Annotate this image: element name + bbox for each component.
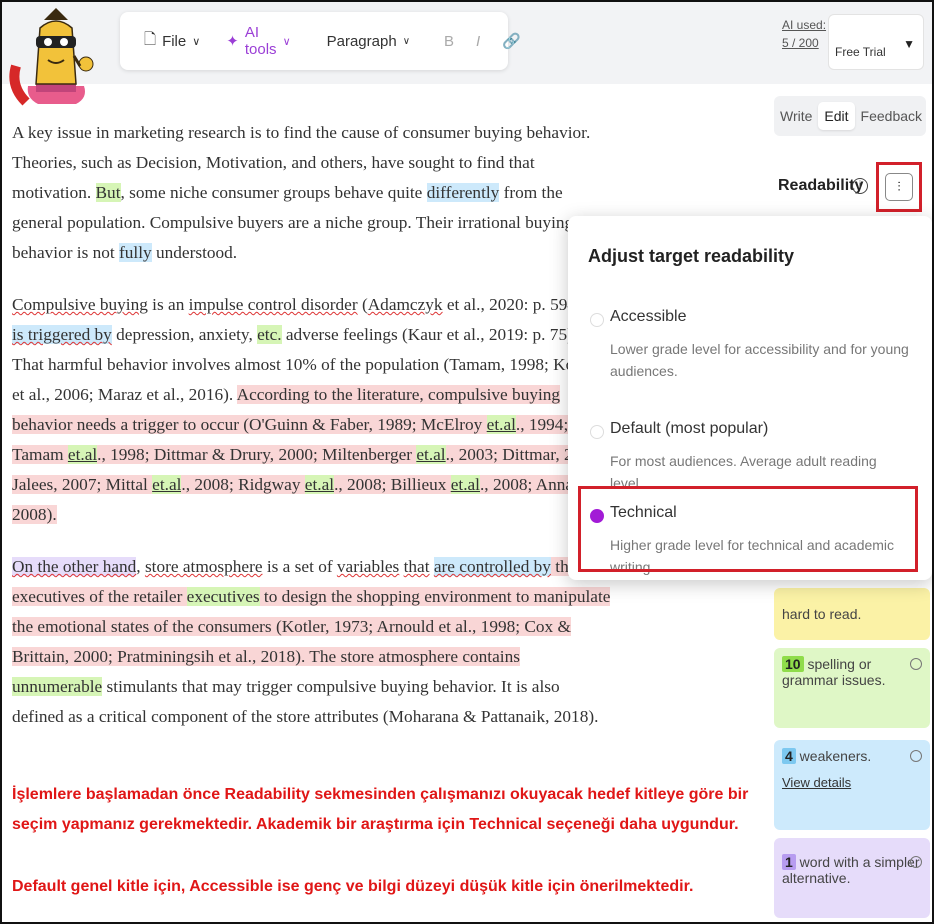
radio-button[interactable]: [590, 313, 604, 327]
popup-title: Adjust target readability: [588, 246, 795, 266]
bold-button[interactable]: B: [438, 33, 460, 50]
file-menu-button[interactable]: 🗋 File ∨: [136, 25, 208, 58]
suggestion-highlight[interactable]: unnumerable: [12, 677, 103, 696]
plan-label: Free Trial: [835, 45, 886, 59]
info-icon[interactable]: i: [852, 178, 868, 194]
suggestion-highlight[interactable]: et.al: [152, 475, 182, 494]
paragraph-2: Compulsive buying is an impulse control …: [12, 290, 612, 530]
mascot-logo: [9, 8, 94, 106]
suggestion-highlight[interactable]: differently: [426, 183, 500, 202]
italic-button[interactable]: I: [470, 33, 486, 50]
hard-to-read-highlight[interactable]: ., 2008; Ridgway: [181, 475, 305, 494]
suggestion-highlight[interactable]: et.al: [304, 475, 335, 494]
adjust-readability-button[interactable]: ⫶: [876, 162, 922, 212]
option-label: Default (most popular): [610, 420, 769, 437]
text-span: ,: [136, 557, 145, 576]
spelling-card[interactable]: 10 spelling or grammar issues.: [774, 648, 930, 728]
expand-icon[interactable]: [910, 856, 922, 868]
tab-edit[interactable]: Edit: [818, 102, 855, 130]
text-span: (: [357, 295, 368, 314]
chevron-down-icon: ∨: [282, 35, 291, 48]
suggestion-highlight[interactable]: On the other hand: [12, 557, 137, 576]
document-body[interactable]: A key issue in marketing research is to …: [12, 118, 612, 754]
chevron-down-icon: ∨: [192, 35, 201, 48]
suggestion-highlight[interactable]: is triggered by: [12, 325, 112, 344]
paragraph-1: A key issue in marketing research is to …: [12, 118, 612, 268]
option-description: Lower grade level for accessibility and …: [610, 341, 909, 379]
card-text: word with a simpler alternative.: [782, 854, 920, 886]
text-span: understood.: [151, 243, 238, 262]
option-label: Accessible: [610, 308, 687, 325]
spelling-flag[interactable]: Adamczyk: [368, 295, 443, 314]
issue-count: 10: [782, 656, 804, 672]
spelling-flag[interactable]: impulse control disorder: [189, 295, 358, 314]
hard-to-read-card[interactable]: hard to read.: [774, 588, 930, 640]
option-default[interactable]: Default (most popular) For most audience…: [584, 420, 918, 491]
panel-tabs: Write Edit Feedback: [774, 96, 926, 136]
card-text: weakeners.: [795, 748, 872, 764]
expand-icon[interactable]: [910, 750, 922, 762]
chevron-down-icon: ∨: [402, 35, 411, 47]
plan-dropdown[interactable]: Free Trial ▼: [828, 14, 924, 70]
ai-used-label: AI used:: [782, 18, 827, 32]
technical-highlight-box: [578, 486, 918, 572]
paragraph-3: On the other hand, store atmosphere is a…: [12, 552, 612, 732]
text-span: et al., 2020: p. 594): [442, 295, 587, 314]
plan-blank-area: [835, 19, 901, 35]
file-menu-label: File: [162, 32, 187, 50]
text-span: is an: [147, 295, 189, 314]
simpler-word-card[interactable]: 1 word with a simpler alternative.: [774, 838, 930, 918]
issue-count: 4: [782, 748, 796, 764]
suggestion-highlight[interactable]: fully: [119, 243, 152, 262]
suggestion-highlight[interactable]: et.al: [486, 415, 516, 434]
view-details-link[interactable]: View details: [782, 775, 851, 790]
spelling-flag[interactable]: variables: [337, 557, 399, 576]
instruction-note-1: İşlemlere başlamadan önce Readability se…: [12, 786, 749, 833]
sliders-icon: ⫶: [885, 173, 913, 201]
readability-heading: Readability: [778, 177, 864, 194]
spelling-flag[interactable]: store atmosphere: [145, 557, 263, 576]
spelling-flag[interactable]: that: [404, 557, 430, 576]
paragraph-label: Paragraph: [326, 32, 397, 50]
hard-to-read-highlight[interactable]: ., 2008; Billieux: [334, 475, 451, 494]
paragraph-style-dropdown[interactable]: Paragraph ∨: [319, 29, 418, 54]
ai-tools-label: AI tools: [244, 24, 277, 58]
suggestion-highlight[interactable]: et.al: [67, 445, 98, 464]
editor-toolbar: 🗋 File ∨ ✦ AI tools ∨ Paragraph ∨ B I 🔗: [120, 12, 521, 70]
card-text: hard to read.: [782, 606, 862, 622]
suggestion-highlight[interactable]: are controlled by: [433, 557, 551, 576]
suggestion-highlight[interactable]: But: [95, 183, 121, 202]
suggestion-highlight[interactable]: executives: [186, 587, 260, 606]
radio-button[interactable]: [590, 425, 604, 439]
file-icon: 🗋: [144, 30, 157, 48]
hard-to-read-highlight[interactable]: ., 1998; Dittmar & Drury, 2000; Miltenbe…: [97, 445, 417, 464]
instruction-note-2: Default genel kitle için, Accessible ise…: [12, 878, 694, 895]
text-span: depression, anxiety,: [111, 325, 258, 344]
text-span: , some niche consumer groups behave quit…: [120, 183, 427, 202]
option-accessible[interactable]: Accessible Lower grade level for accessi…: [584, 308, 918, 398]
weakeners-card[interactable]: 4 weakeners. View details: [774, 740, 930, 830]
suggestion-highlight[interactable]: etc.: [257, 325, 282, 344]
suggestion-highlight[interactable]: et.al: [416, 445, 446, 464]
caret-down-icon: ▼: [903, 37, 915, 51]
ai-tools-button[interactable]: ✦ AI tools ∨: [218, 20, 298, 62]
sparkle-icon: ✦: [226, 33, 239, 50]
spelling-flag[interactable]: Compulsive buying: [12, 295, 148, 314]
link-icon[interactable]: 🔗: [496, 32, 527, 50]
tab-write[interactable]: Write: [774, 102, 818, 130]
suggestion-highlight[interactable]: et.al: [450, 475, 480, 494]
ai-usage-counter[interactable]: AI used: 5 / 200: [782, 16, 826, 52]
expand-icon[interactable]: [910, 658, 922, 670]
tab-feedback[interactable]: Feedback: [855, 102, 928, 130]
issue-count: 1: [782, 854, 796, 870]
text-span: is a set of: [262, 557, 337, 576]
ai-used-value: 5 / 200: [782, 36, 819, 50]
